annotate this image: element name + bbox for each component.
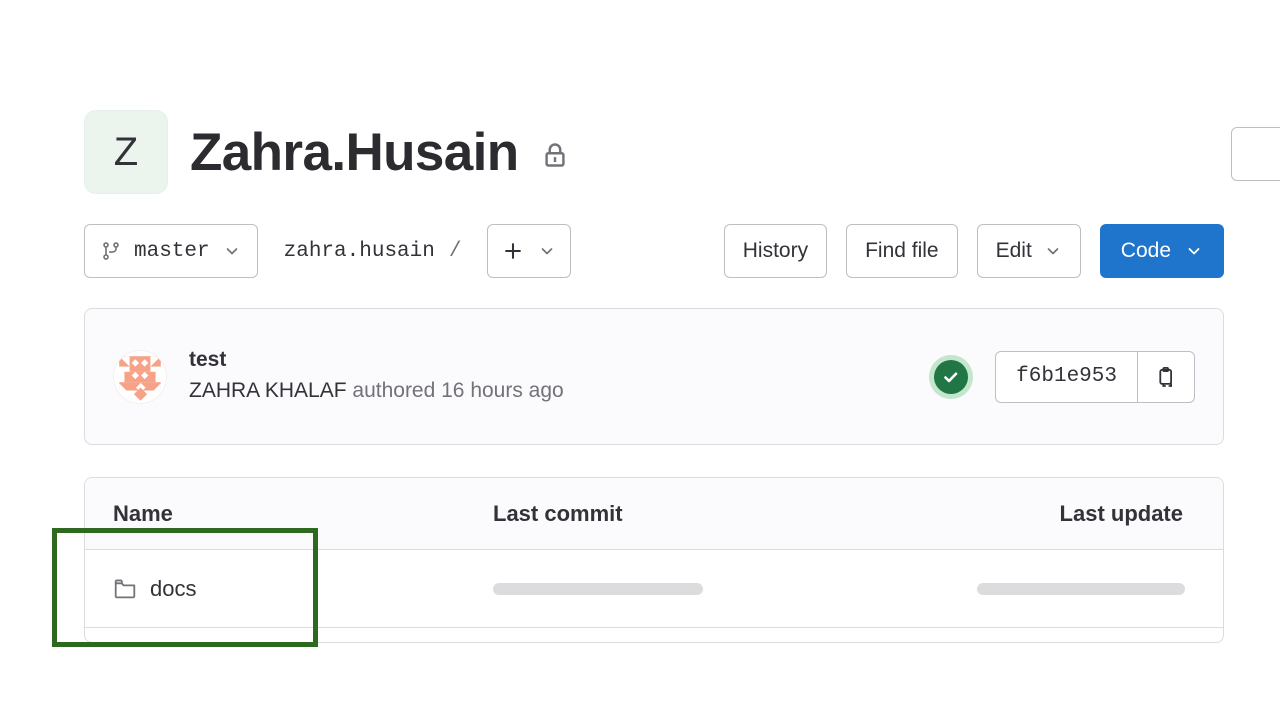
commit-author[interactable]: ZAHRA KHALAF: [189, 379, 347, 402]
project-avatar: Z: [84, 110, 168, 194]
repository-header: Z Zahra.Husain: [84, 110, 569, 194]
table-header-row: Name Last commit Last update: [85, 478, 1223, 550]
copy-sha-button[interactable]: [1137, 350, 1195, 403]
column-header-last-update: Last update: [1059, 500, 1183, 526]
branch-selector[interactable]: master: [84, 224, 258, 278]
chevron-down-icon: [1047, 248, 1059, 255]
history-button[interactable]: History: [723, 224, 828, 278]
table-row[interactable]: docs: [85, 550, 1223, 628]
add-to-tree-button[interactable]: [487, 224, 572, 278]
column-header-name: Name: [113, 500, 173, 526]
code-button[interactable]: Code: [1099, 224, 1224, 278]
chevron-down-icon: [1188, 248, 1200, 255]
pipeline-status-badge[interactable]: [929, 354, 974, 399]
commit-meta: authored 16 hours ago: [352, 378, 564, 402]
find-file-button[interactable]: Find file: [846, 224, 958, 278]
plus-icon: [505, 243, 522, 259]
branch-name: master: [134, 239, 210, 263]
file-tree-table: Name Last commit Last update docs: [84, 477, 1224, 643]
identicon-pattern: [114, 350, 166, 403]
clipboard-copy-icon: [1159, 366, 1172, 387]
last-update-cell: [963, 582, 1195, 595]
find-file-button-label: Find file: [865, 239, 939, 262]
loading-skeleton-update: [977, 582, 1185, 595]
file-name-cell[interactable]: docs: [113, 576, 493, 602]
commit-sha[interactable]: f6b1e953: [995, 350, 1137, 403]
commit-author-line: ZAHRA KHALAF authored 16 hours ago: [189, 374, 564, 408]
clipped-edge-button[interactable]: [1231, 127, 1280, 181]
last-commit-cell: [493, 582, 963, 595]
commit-details: test ZAHRA KHALAF authored 16 hours ago: [189, 346, 564, 408]
file-name: docs: [150, 575, 197, 601]
project-avatar-initial: Z: [113, 129, 139, 174]
repository-toolbar: master zahra.husain / History Find file …: [84, 224, 1224, 278]
page-title: Zahra.Husain: [190, 122, 519, 182]
identicon-avatar: [113, 349, 167, 404]
loading-skeleton-commit: [493, 582, 703, 595]
breadcrumb-root[interactable]: zahra.husain: [284, 240, 435, 263]
check-circle-icon: [934, 359, 969, 394]
chevron-down-icon: [542, 248, 553, 255]
breadcrumb: zahra.husain /: [284, 240, 462, 263]
column-header-last-commit: Last commit: [493, 500, 623, 526]
check-icon: [944, 371, 958, 382]
history-button-label: History: [742, 239, 809, 262]
commit-message[interactable]: test: [189, 346, 564, 374]
visibility-indicator: [541, 134, 569, 170]
edit-button-label: Edit: [995, 239, 1032, 262]
repository-page: Z Zahra.Husain master zahra.husain / His…: [0, 0, 1280, 720]
commit-actions: f6b1e953: [929, 350, 1195, 403]
branch-icon: [103, 242, 119, 260]
last-commit-panel: test ZAHRA KHALAF authored 16 hours ago …: [84, 308, 1224, 445]
commit-sha-group: f6b1e953: [995, 350, 1195, 403]
breadcrumb-separator: /: [448, 239, 462, 263]
chevron-down-icon: [226, 248, 237, 255]
code-button-label: Code: [1120, 239, 1171, 262]
folder-icon: [114, 579, 136, 598]
edit-button[interactable]: Edit: [976, 224, 1081, 278]
lock-icon: [544, 143, 565, 167]
